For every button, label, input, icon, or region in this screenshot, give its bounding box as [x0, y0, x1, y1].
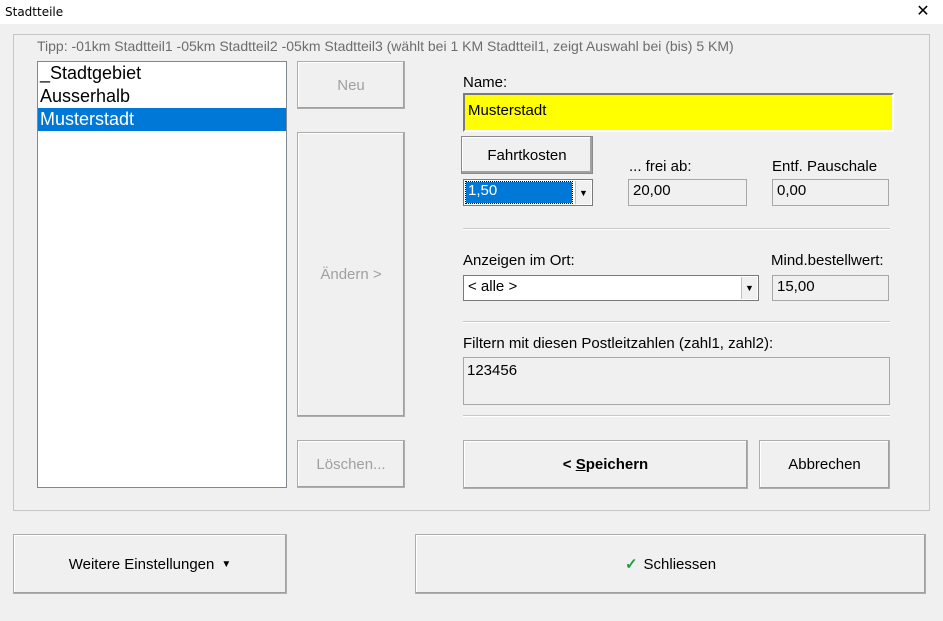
list-item[interactable]: Ausserhalb	[38, 85, 286, 108]
anzeigen-select[interactable]: < alle > ▼	[463, 275, 759, 301]
weitere-einstellungen-label: Weitere Einstellungen	[68, 555, 215, 573]
frei-ab-field[interactable]: 20,00	[628, 179, 747, 206]
chevron-down-icon[interactable]: ▼	[575, 181, 591, 204]
speichern-hotkey: S	[575, 456, 586, 473]
list-item-selected[interactable]: Musterstadt	[38, 108, 286, 131]
pauschale-field[interactable]: 0,00	[772, 179, 889, 206]
weitere-einstellungen-button[interactable]: Weitere Einstellungen ▼	[13, 534, 287, 594]
anzeigen-label: Anzeigen im Ort:	[463, 252, 575, 269]
separator	[463, 228, 890, 230]
speichern-button[interactable]: < Speichern	[463, 440, 748, 489]
list-item[interactable]: _Stadtgebiet	[38, 62, 286, 85]
fahrtkosten-select[interactable]: 1,50 ▼	[463, 179, 593, 206]
stadtteil-listbox[interactable]: _Stadtgebiet Ausserhalb Musterstadt	[37, 61, 287, 488]
anzeigen-select-value: < alle >	[468, 278, 518, 295]
schliessen-label: Schliessen	[643, 555, 717, 573]
separator	[463, 321, 890, 323]
speichern-label: peichern	[585, 456, 649, 473]
plz-label: Filtern mit diesen Postleitzahlen (zahl1…	[463, 335, 774, 352]
close-icon[interactable]: ✕	[908, 0, 938, 24]
title-bar: Stadtteile ✕	[0, 0, 943, 24]
fahrtkosten-button[interactable]: Fahrtkosten	[461, 136, 593, 174]
pauschale-label: Entf. Pauschale	[772, 158, 878, 175]
caret-down-icon: ▼	[221, 558, 232, 570]
abbrechen-button[interactable]: Abbrechen	[759, 440, 890, 489]
name-input[interactable]: Musterstadt	[463, 93, 894, 132]
mindest-label: Mind.bestellwert:	[771, 252, 884, 269]
neu-button[interactable]: Neu	[297, 61, 405, 109]
name-label: Name:	[463, 74, 508, 91]
frei-ab-label: ... frei ab:	[629, 158, 692, 175]
loeschen-button[interactable]: Löschen...	[297, 440, 405, 488]
speichern-prefix: <	[562, 456, 576, 473]
mindest-field[interactable]: 15,00	[772, 275, 889, 301]
tip-text: Tipp: -01km Stadtteil1 -05km Stadtteil2 …	[37, 38, 734, 54]
aendern-button[interactable]: Ändern >	[297, 132, 405, 417]
chevron-down-icon[interactable]: ▼	[741, 277, 757, 299]
plz-textarea[interactable]: 123456	[463, 357, 890, 405]
window-title: Stadtteile	[5, 5, 64, 19]
schliessen-button[interactable]: ✓ Schliessen	[415, 534, 926, 594]
checkmark-icon: ✓	[624, 556, 638, 573]
separator	[463, 415, 890, 417]
fahrtkosten-select-value: 1,50	[465, 181, 573, 204]
